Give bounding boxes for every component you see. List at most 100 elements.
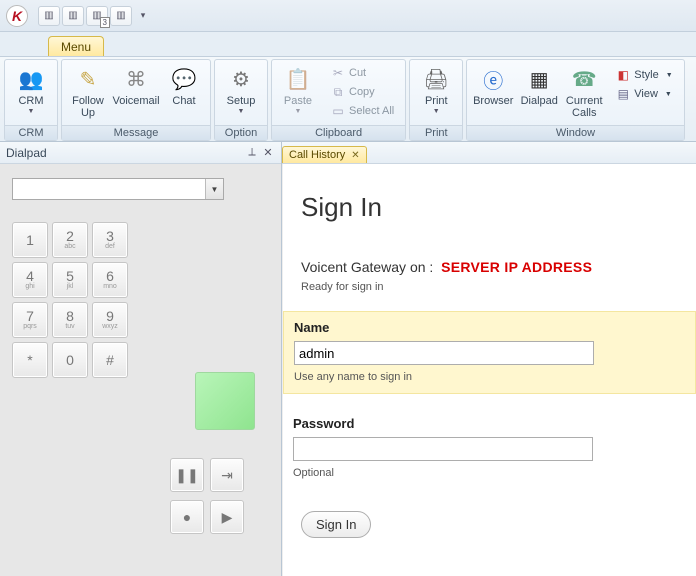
key-2[interactable]: 2abc [52,222,88,258]
cut-button[interactable]: ✂Cut [326,64,399,82]
copy-button[interactable]: ⧉Copy [326,83,399,101]
signin-button[interactable]: Sign In [301,511,371,538]
selectall-label: Select All [349,105,394,117]
titlebar: K ▥ ▥ ▥3 ▥ ▾ [0,0,696,32]
tab-menu[interactable]: Menu [48,36,104,56]
password-label: Password [293,416,686,431]
crm-button[interactable]: 👥 CRM ▼ [7,62,55,124]
content-panel: Call History ✕ Sign In Voicent Gateway o… [282,142,696,576]
call-button[interactable] [195,372,255,430]
chat-button[interactable]: 💬 Chat [160,62,208,124]
dial-input-wrapper: ▼ [12,178,224,200]
ribbon-tab-row: Menu [0,32,696,56]
dialpad-icon: ▦ [525,65,553,93]
voicemail-icon: ⌘ [122,65,150,93]
keypad: 12abc3def 4ghi5jkl6mno 7pqrs8tuv9wxyz *0# [12,222,269,378]
key-*[interactable]: * [12,342,48,378]
dialpad-button[interactable]: ▦ Dialpad [517,62,561,124]
paste-button[interactable]: 📋 Paste ▼ [274,62,322,124]
ribbon: 👥 CRM ▼ CRM ✎ Follow Up ⌘ Voicemail 💬 Ch… [0,56,696,142]
voicemail-label: Voicemail [112,95,159,107]
key-#[interactable]: # [92,342,128,378]
chevron-down-icon: ▼ [28,108,35,115]
gear-icon: ⚙ [227,65,255,93]
tab-call-history[interactable]: Call History ✕ [282,146,367,163]
view-button[interactable]: ▤View▼ [611,85,677,103]
close-tab-icon[interactable]: ✕ [351,150,359,161]
dialpad-panel-header: Dialpad ⟂ ✕ [0,142,281,164]
qat-button-3[interactable]: ▥3 [86,6,108,26]
password-block: Password Optional [283,408,696,489]
gateway-prefix: Voicent Gateway on : [301,259,433,275]
group-print: 🖨 Print ▼ Print [409,59,463,141]
pause-button[interactable]: ❚❚ [170,458,204,492]
group-window: ⓔ Browser ▦ Dialpad ☎ Current Calls ◧Sty… [466,59,684,141]
followup-button[interactable]: ✎ Follow Up [64,62,112,124]
key-4[interactable]: 4ghi [12,262,48,298]
selectall-button[interactable]: ▭Select All [326,102,399,120]
style-label: Style [634,69,658,81]
key-7[interactable]: 7pqrs [12,302,48,338]
group-label-print: Print [410,125,462,140]
dial-number-input[interactable] [13,182,205,196]
pin-icon[interactable]: ⟂ [245,146,259,159]
group-label-clipboard: Clipboard [272,125,405,140]
password-hint: Optional [293,467,686,479]
record-button[interactable]: ● [170,500,204,534]
followup-label: Follow Up [72,95,104,119]
style-button[interactable]: ◧Style▼ [611,66,677,84]
group-label-window: Window [467,125,683,140]
currentcalls-label: Current Calls [566,95,603,119]
print-label: Print [425,95,448,107]
play-button[interactable]: ▶ [210,500,244,534]
password-input[interactable] [293,437,593,461]
signin-page: Sign In Voicent Gateway on : SERVER IP A… [282,164,696,576]
key-3[interactable]: 3def [92,222,128,258]
clipboard-icon: 📋 [284,65,312,93]
status-text: Ready for sign in [301,281,678,293]
chevron-down-icon: ▼ [238,108,245,115]
name-input[interactable] [294,341,594,365]
qat-button-4[interactable]: ▥ [110,6,132,26]
key-8[interactable]: 8tuv [52,302,88,338]
key-5[interactable]: 5jkl [52,262,88,298]
setup-button[interactable]: ⚙ Setup ▼ [217,62,265,124]
crm-label: CRM [18,95,43,107]
qat-badge: 3 [100,17,110,28]
voicemail-button[interactable]: ⌘ Voicemail [112,62,160,124]
currentcalls-button[interactable]: ☎ Current Calls [561,62,607,124]
qat-button-2[interactable]: ▥ [62,6,84,26]
chat-icon: 💬 [170,65,198,93]
key-0[interactable]: 0 [52,342,88,378]
chevron-down-icon: ▼ [665,91,672,98]
group-clipboard: 📋 Paste ▼ ✂Cut ⧉Copy ▭Select All Clipboa… [271,59,406,141]
group-message: ✎ Follow Up ⌘ Voicemail 💬 Chat Message [61,59,211,141]
dialpad-title: Dialpad [6,146,47,160]
close-icon[interactable]: ✕ [261,146,275,159]
group-option: ⚙ Setup ▼ Option [214,59,268,141]
scissors-icon: ✂ [331,66,345,80]
paste-label: Paste [284,95,312,107]
dial-dropdown-icon[interactable]: ▼ [205,179,223,199]
key-9[interactable]: 9wxyz [92,302,128,338]
app-icon[interactable]: K [6,5,28,27]
people-icon: 👥 [17,65,45,93]
name-label: Name [294,320,685,335]
name-block: Name Use any name to sign in [283,311,696,394]
group-label-option: Option [215,125,267,140]
chevron-down-icon: ▼ [295,108,302,115]
browser-button[interactable]: ⓔ Browser [469,62,517,124]
gateway-line: Voicent Gateway on : SERVER IP ADDRESS [301,259,678,275]
server-address: SERVER IP ADDRESS [441,259,592,275]
qat-button-1[interactable]: ▥ [38,6,60,26]
key-1[interactable]: 1 [12,222,48,258]
view-label: View [634,88,658,100]
browser-icon: ⓔ [479,65,507,93]
pencil-icon: ✎ [74,65,102,93]
tab-call-history-label: Call History [289,149,345,161]
setup-label: Setup [227,95,256,107]
transfer-button[interactable]: ⇥ [210,458,244,492]
qat-dropdown-icon[interactable]: ▾ [136,10,150,21]
key-6[interactable]: 6mno [92,262,128,298]
print-button[interactable]: 🖨 Print ▼ [412,62,460,124]
